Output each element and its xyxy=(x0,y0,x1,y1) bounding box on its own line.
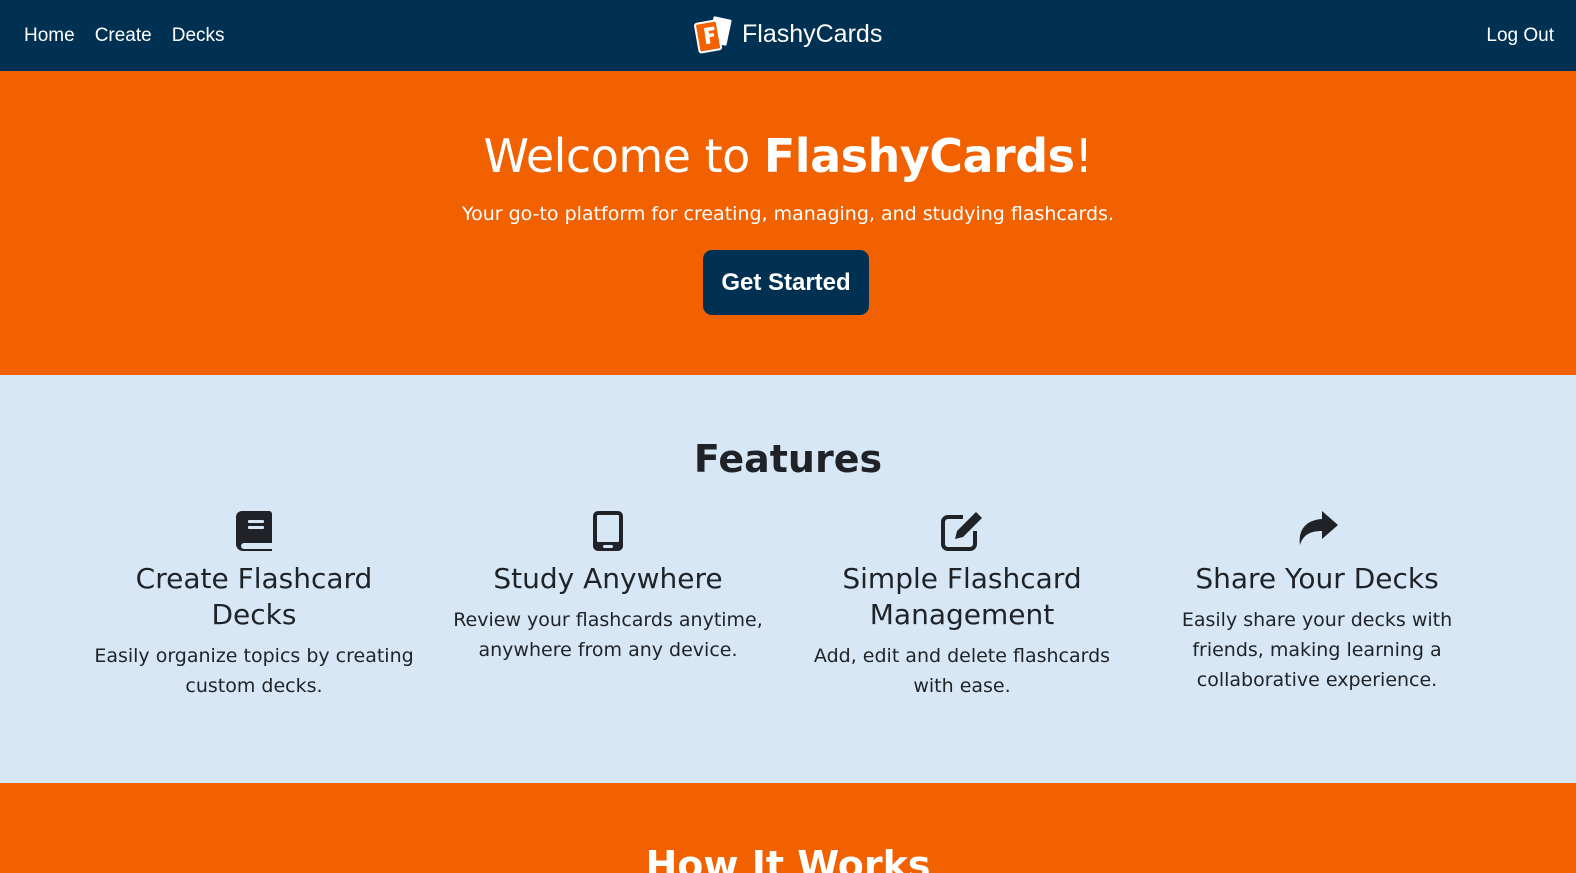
feature-title: Create Flashcard Decks xyxy=(135,562,373,631)
hero-section: Welcome to FlashyCards! Your go-to platf… xyxy=(0,71,1576,375)
share-icon xyxy=(1299,511,1338,545)
book-icon xyxy=(236,511,272,551)
top-navbar: Home Create Decks FlashyCards Log Out xyxy=(0,0,1576,71)
feature-title: Study Anywhere xyxy=(493,562,723,595)
feature-card-management: Simple Flashcard Management Add, edit an… xyxy=(797,511,1127,701)
nav-links: Home Create Decks xyxy=(24,0,225,71)
features-heading: Features xyxy=(693,437,883,481)
feature-card-share: Share Your Decks Easily share your decks… xyxy=(1152,511,1482,695)
nav-right: Log Out xyxy=(1486,0,1554,71)
logout-link[interactable]: Log Out xyxy=(1486,25,1554,47)
nav-link-create[interactable]: Create xyxy=(95,25,152,47)
hero-title: Welcome to FlashyCards! xyxy=(0,129,1576,183)
nav-link-home[interactable]: Home xyxy=(24,25,75,47)
brand-name: FlashyCards xyxy=(742,19,883,48)
nav-link-decks[interactable]: Decks xyxy=(172,25,225,47)
hero-title-suffix: ! xyxy=(1074,129,1093,183)
feature-description: Easily share your decks with friends, ma… xyxy=(1181,609,1453,691)
feature-description: Add, edit and delete flashcards with eas… xyxy=(813,645,1111,697)
how-it-works-heading: How It Works xyxy=(645,843,931,873)
brand-logo-link[interactable]: FlashyCards xyxy=(694,14,882,54)
feature-card-study-anywhere: Study Anywhere Review your flashcards an… xyxy=(443,511,773,665)
feature-card-create-decks: Create Flashcard Decks Easily organize t… xyxy=(89,511,419,701)
feature-title: Share Your Decks xyxy=(1195,562,1439,595)
hero-subtitle: Your go-to platform for creating, managi… xyxy=(461,203,1114,225)
hero-title-prefix: Welcome to xyxy=(483,129,764,183)
feature-title: Simple Flashcard Management xyxy=(842,562,1082,631)
hero-title-brand: FlashyCards xyxy=(763,129,1075,183)
mobile-phone-icon xyxy=(593,511,623,551)
how-it-works-section: How It Works xyxy=(0,783,1576,873)
flashcards-logo-icon xyxy=(694,14,734,54)
get-started-button[interactable]: Get Started xyxy=(703,250,869,315)
feature-description: Easily organize topics by creating custo… xyxy=(94,645,414,697)
edit-icon xyxy=(941,512,982,551)
features-section: Features Create Flashcard Decks Easily o… xyxy=(0,375,1576,783)
feature-description: Review your flashcards anytime, anywhere… xyxy=(453,609,763,661)
